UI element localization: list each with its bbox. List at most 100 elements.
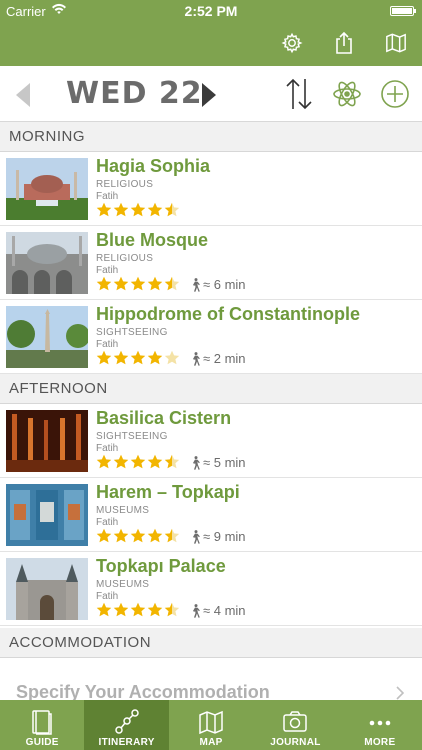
place-thumbnail [6, 232, 88, 294]
star-full-icon [147, 528, 163, 543]
star-full-icon [147, 602, 163, 617]
walking-time-label: ≈ 2 min [203, 351, 246, 366]
star-half-icon [164, 602, 180, 617]
walking-time-label: ≈ 4 min [203, 603, 246, 618]
list-item[interactable]: Basilica Cistern SIGHTSEEING Fatih ≈ 5 m… [0, 404, 422, 478]
walking-person-icon [193, 455, 200, 470]
reorder-button[interactable] [280, 76, 318, 112]
more-icon [369, 720, 391, 726]
place-title: Harem – Topkapi [96, 482, 240, 502]
specify-accommodation-row[interactable]: Specify Your Accommodation [0, 660, 422, 702]
chevron-right-icon [396, 686, 404, 700]
walking-time-label: ≈ 5 min [203, 455, 246, 470]
next-day-button[interactable] [202, 83, 216, 107]
list-item[interactable]: Harem – Topkapi MUSEUMS Fatih ≈ 9 min [0, 478, 422, 552]
map-book-button[interactable] [370, 28, 422, 58]
place-category: SIGHTSEEING [96, 327, 168, 338]
walking-time: ≈ 2 min [190, 351, 246, 366]
tab-more-label: MORE [364, 737, 396, 748]
walking-time: ≈ 5 min [190, 455, 246, 470]
star-full-icon [113, 454, 129, 469]
star-half-icon [164, 454, 180, 469]
star-full-icon [130, 276, 146, 291]
previous-day-button[interactable] [16, 83, 30, 107]
walking-person-icon [193, 603, 200, 618]
star-half-icon [164, 202, 180, 217]
place-category: RELIGIOUS [96, 179, 154, 190]
star-rating [96, 602, 180, 618]
star-empty-icon [164, 350, 180, 365]
star-rating [96, 276, 180, 292]
star-rating [96, 454, 180, 470]
section-header-afternoon: AFTERNOON [0, 374, 422, 404]
place-location: Fatih [96, 191, 119, 202]
place-location: Fatih [96, 517, 119, 528]
camera-icon [283, 711, 308, 732]
tab-journal-label: JOURNAL [270, 737, 321, 748]
add-place-button[interactable] [376, 76, 414, 112]
place-thumbnail [6, 410, 88, 472]
place-thumbnail [6, 158, 88, 220]
star-full-icon [147, 350, 163, 365]
walking-time: ≈ 9 min [190, 529, 246, 544]
walking-person-icon [193, 351, 200, 366]
date-header: WED 22 [0, 66, 422, 122]
battery-icon [390, 6, 416, 16]
star-half-icon [164, 276, 180, 291]
star-rating [96, 202, 180, 218]
sort-arrows-icon [286, 78, 312, 110]
place-category: RELIGIOUS [96, 253, 154, 264]
section-header-morning: MORNING [0, 122, 422, 152]
tab-itinerary[interactable]: ITINERARY [84, 700, 169, 750]
tab-journal[interactable]: JOURNAL [253, 700, 337, 750]
route-icon [114, 709, 139, 734]
star-rating [96, 350, 180, 366]
place-thumbnail [6, 558, 88, 620]
optimize-button[interactable] [328, 76, 366, 112]
place-title: Hagia Sophia [96, 156, 211, 176]
star-full-icon [113, 528, 129, 543]
tab-guide-label: GUIDE [25, 737, 59, 748]
walking-person-icon [193, 529, 200, 544]
walking-time: ≈ 4 min [190, 603, 246, 618]
star-full-icon [96, 528, 112, 543]
top-navigation-bar: Carrier 2:52 PM [0, 0, 422, 66]
walking-time-label: ≈ 9 min [203, 529, 246, 544]
star-full-icon [113, 276, 129, 291]
atom-icon [333, 81, 361, 107]
share-icon [336, 31, 352, 54]
tab-bar: GUIDE ITINERARY MAP JOURNAL MORE [0, 700, 422, 750]
tab-map-label: MAP [199, 737, 223, 748]
tab-guide[interactable]: GUIDE [0, 700, 84, 750]
place-location: Fatih [96, 443, 119, 454]
share-button[interactable] [318, 28, 370, 58]
star-full-icon [130, 602, 146, 617]
star-full-icon [96, 454, 112, 469]
status-bar: Carrier 2:52 PM [0, 0, 422, 22]
star-full-icon [96, 602, 112, 617]
place-title: Blue Mosque [96, 230, 209, 250]
plus-circle-icon [381, 80, 409, 108]
place-category: MUSEUMS [96, 505, 150, 516]
list-item[interactable]: Topkapı Palace MUSEUMS Fatih ≈ 4 min [0, 552, 422, 626]
settings-button[interactable] [266, 28, 318, 58]
tab-more[interactable]: MORE [338, 700, 422, 750]
place-thumbnail [6, 484, 88, 546]
star-full-icon [147, 454, 163, 469]
star-full-icon [147, 202, 163, 217]
walking-time-label: ≈ 6 min [203, 277, 246, 292]
tab-itinerary-label: ITINERARY [98, 737, 155, 748]
list-item[interactable]: Hagia Sophia RELIGIOUS Fatih [0, 152, 422, 226]
tab-map[interactable]: MAP [169, 700, 253, 750]
date-title: WED 22 [66, 76, 203, 111]
list-item[interactable]: Blue Mosque RELIGIOUS Fatih ≈ 6 min [0, 226, 422, 300]
star-full-icon [113, 350, 129, 365]
list-item[interactable]: Hippodrome of Constantinople SIGHTSEEING… [0, 300, 422, 374]
star-full-icon [113, 202, 129, 217]
star-full-icon [130, 528, 146, 543]
star-full-icon [113, 602, 129, 617]
place-title: Basilica Cistern [96, 408, 232, 428]
toolbar-icons [266, 28, 422, 58]
section-header-accommodation: ACCOMMODATION [0, 628, 422, 658]
star-full-icon [96, 202, 112, 217]
